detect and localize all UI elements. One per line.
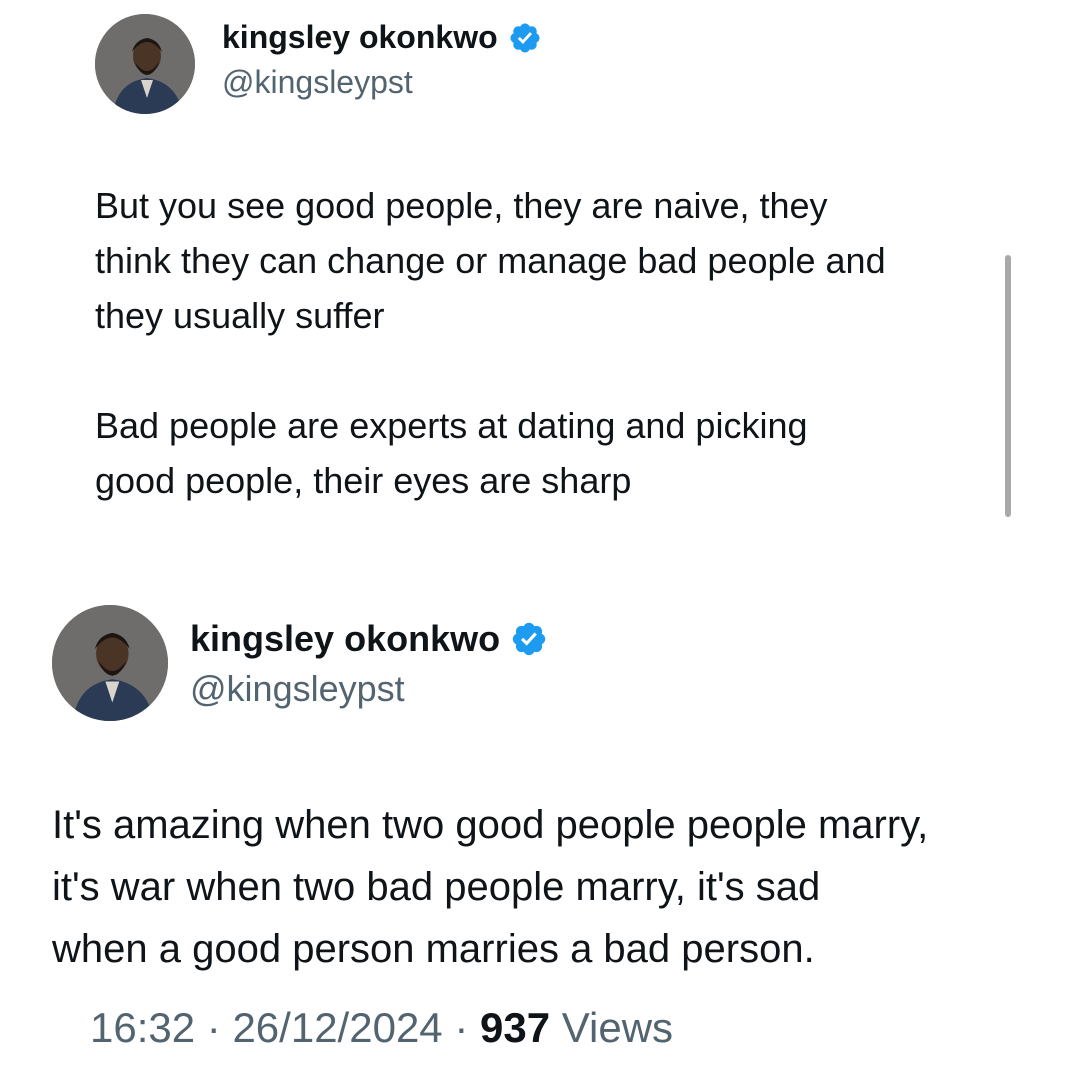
- verified-badge-icon[interactable]: [510, 620, 548, 658]
- avatar[interactable]: [52, 605, 168, 721]
- tweet-meta: 16:32 · 26/12/2024 · 937 Views: [90, 1004, 673, 1052]
- views-label[interactable]: Views: [562, 1004, 673, 1051]
- meta-separator: ·: [206, 1004, 221, 1051]
- tweet-line: good people, their eyes are sharp: [95, 460, 632, 501]
- tweet-paragraph: But you see good people, they are naive,…: [95, 178, 886, 343]
- verified-badge-icon[interactable]: [508, 21, 542, 55]
- display-name[interactable]: kingsley okonkwo: [222, 19, 498, 56]
- author-name-row: kingsley okonkwo: [190, 618, 548, 660]
- meta-separator: ·: [454, 1004, 469, 1051]
- tweet-line: But you see good people, they are naive,…: [95, 185, 828, 226]
- author-handle[interactable]: @kingsleypst: [222, 64, 413, 101]
- tweet-line: It's amazing when two good people people…: [52, 803, 929, 847]
- author-handle[interactable]: @kingsleypst: [190, 668, 405, 710]
- display-name[interactable]: kingsley okonkwo: [190, 618, 500, 660]
- views-count[interactable]: 937: [480, 1004, 550, 1051]
- tweet-line: they usually suffer: [95, 295, 385, 336]
- tweet-paragraph: Bad people are experts at dating and pic…: [95, 398, 886, 508]
- tweet-line: think they can change or manage bad peop…: [95, 240, 886, 281]
- tweet-date[interactable]: 26/12/2024: [232, 1004, 442, 1051]
- tweet-line: Bad people are experts at dating and pic…: [95, 405, 808, 446]
- scrollbar-thumb[interactable]: [1005, 255, 1011, 517]
- author-name-row: kingsley okonkwo: [222, 19, 542, 56]
- tweet-text: But you see good people, they are naive,…: [95, 178, 886, 508]
- tweet-line: it's war when two bad people marry, it's…: [52, 865, 821, 909]
- avatar[interactable]: [95, 14, 195, 114]
- tweet-paragraph: It's amazing when two good people people…: [52, 794, 928, 980]
- tweet-text: It's amazing when two good people people…: [52, 794, 928, 980]
- tweet-time[interactable]: 16:32: [90, 1004, 195, 1051]
- tweet-line: when a good person marries a bad person.: [52, 927, 815, 971]
